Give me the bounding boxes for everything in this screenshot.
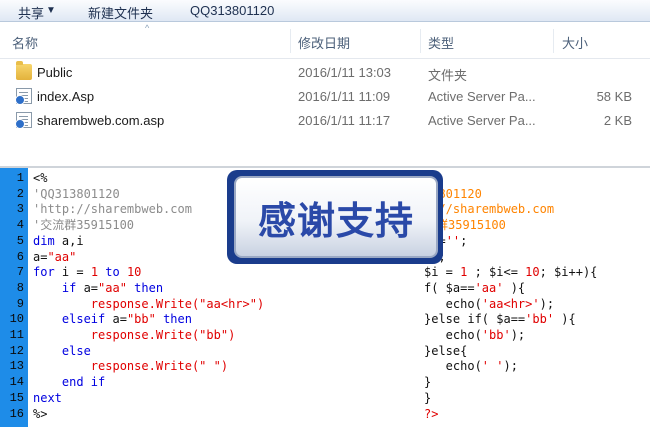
code-text: $i = 1 ; $i<= 10; $i++){	[424, 265, 598, 280]
code-text: elseif a="bb" then	[33, 312, 192, 327]
line-number: 5	[16, 233, 24, 248]
file-type: Active Server Pa...	[428, 113, 536, 128]
code-text: }	[424, 375, 432, 390]
thanks-banner: 感谢支持	[234, 176, 438, 258]
code-line[interactable]: 12 else	[0, 343, 420, 359]
column-type[interactable]: 类型	[428, 33, 454, 52]
code-text: }	[424, 390, 432, 405]
file-size: 2 KB	[603, 113, 632, 128]
code-text: next	[33, 390, 62, 405]
code-line[interactable]: 15 next	[0, 390, 420, 406]
line-number: 16	[9, 406, 24, 421]
code-text: response.Write(" ")	[33, 359, 229, 374]
code-line[interactable]: 11 response.Write("bb")	[0, 327, 420, 343]
code-text: echo('bb');	[424, 328, 526, 342]
file-date: 2016/1/11 11:17	[298, 113, 391, 128]
code-line[interactable]: 10 elseif a="bb" then	[0, 311, 420, 327]
line-number: 14	[9, 375, 24, 390]
file-name: index.Asp	[37, 89, 95, 104]
line-number: 2	[16, 186, 24, 201]
column-header: ^ 名称 修改日期 类型 大小	[0, 23, 650, 59]
code-text: <%	[33, 171, 48, 185]
code-text: ?>	[424, 406, 439, 421]
code-line[interactable]: 16 %>	[0, 406, 420, 422]
code-text: 'QQ313801120	[33, 186, 120, 201]
code-text: response.Write("aa<hr>")	[33, 296, 265, 311]
code-text: '交流群35915100	[33, 218, 135, 233]
line-number: 10	[9, 312, 24, 327]
line-number: 4	[16, 218, 24, 233]
qq-label: QQ313801120	[190, 3, 275, 18]
line-number: 8	[16, 280, 24, 295]
column-divider[interactable]	[553, 29, 554, 53]
code-text: a="aa"	[33, 249, 77, 264]
code-text: p://sharembweb.com	[424, 202, 555, 217]
code-line[interactable]: 14 end if	[0, 374, 420, 390]
banner-text: 感谢支持	[257, 198, 414, 243]
explorer-toolbar: 共享 ▼ 新建文件夹 QQ313801120	[0, 0, 650, 22]
sort-arrow-icon: ^	[145, 23, 150, 33]
code-text: for i = 1 to 10	[33, 265, 142, 280]
code-line[interactable]: 13 response.Write(" ")	[0, 358, 420, 374]
file-size: 58 KB	[596, 89, 632, 104]
code-line[interactable]: 7 for i = 1 to 10	[0, 264, 420, 280]
line-number: 9	[16, 296, 24, 311]
chevron-down-icon[interactable]: ▼	[46, 5, 56, 16]
column-name[interactable]: 名称	[12, 33, 38, 52]
file-date: 2016/1/11 11:09	[298, 89, 391, 104]
file-row[interactable]: index.Asp 2016/1/11 11:09 Active Server …	[0, 85, 650, 109]
code-line[interactable]: 8 if a="aa" then	[0, 280, 420, 296]
code-text: }else if( $a=='bb' ){	[424, 312, 576, 327]
share-menu-button[interactable]: 共享	[18, 3, 44, 22]
file-name: Public	[37, 65, 73, 80]
asp-file-icon	[15, 112, 32, 129]
file-type: 文件夹	[428, 68, 468, 83]
code-text: if a="aa" then	[33, 280, 164, 295]
line-number: 15	[9, 390, 24, 405]
column-date[interactable]: 修改日期	[298, 33, 350, 52]
code-text: }else{	[424, 343, 468, 358]
file-row[interactable]: sharembweb.com.asp 2016/1/11 11:17 Activ…	[0, 109, 650, 133]
file-name: sharembweb.com.asp	[37, 113, 165, 128]
column-divider[interactable]	[290, 29, 291, 53]
file-row[interactable]: Public 2016/1/11 13:03 文件夹	[0, 61, 650, 85]
code-text: dim a,i	[33, 233, 84, 248]
code-text: f( $a=='aa' ){	[424, 280, 526, 295]
code-line[interactable]: 9 response.Write("aa<hr>")	[0, 296, 420, 312]
line-number: 6	[16, 249, 24, 264]
column-divider[interactable]	[420, 29, 421, 53]
line-number: 13	[9, 359, 24, 374]
file-type: Active Server Pa...	[428, 89, 536, 104]
code-text: 'http://sharembweb.com	[33, 202, 192, 217]
folder-icon	[16, 61, 32, 80]
column-size[interactable]: 大小	[562, 33, 588, 52]
code-text: echo('aa<hr>');	[424, 296, 555, 311]
line-number: 3	[16, 202, 24, 217]
file-date: 2016/1/11 13:03	[298, 65, 392, 80]
code-text: end if	[33, 375, 106, 390]
asp-file-icon	[15, 88, 32, 105]
code-text: response.Write("bb")	[33, 328, 236, 342]
code-text: echo(' ');	[424, 359, 518, 374]
new-folder-button[interactable]: 新建文件夹	[88, 3, 153, 22]
code-text: %>	[33, 406, 48, 421]
line-number: 11	[9, 328, 24, 342]
line-number: 12	[9, 343, 24, 358]
line-number: 7	[16, 265, 24, 280]
code-text: else	[33, 343, 91, 358]
line-number: 1	[16, 171, 24, 185]
